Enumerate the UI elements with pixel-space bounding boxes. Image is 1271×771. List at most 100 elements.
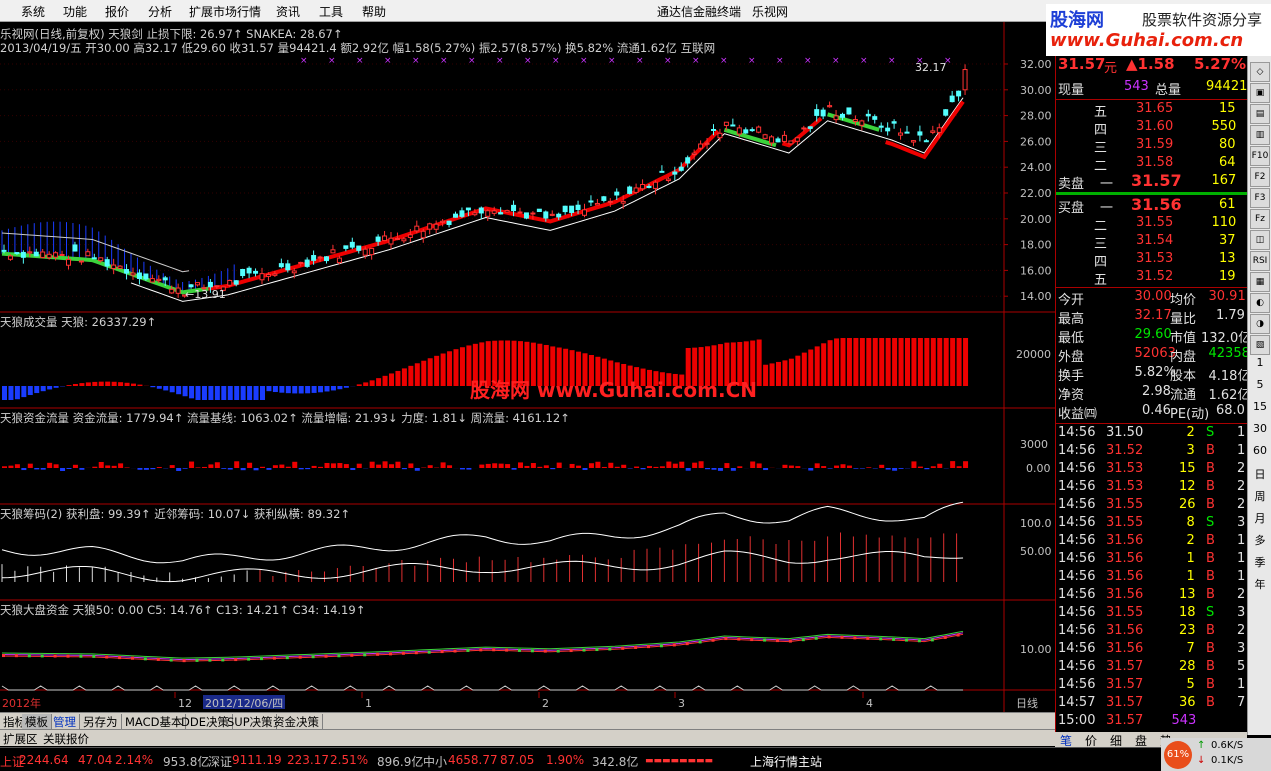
market-dot: [917, 639, 921, 643]
bid-row[interactable]: 二 31.55 110: [1056, 215, 1248, 234]
volume-bar: [440, 353, 446, 386]
period-button[interactable]: 月: [1248, 510, 1271, 526]
toolbar-button[interactable]: ▥: [1250, 125, 1270, 145]
candle-body: [962, 69, 968, 91]
candle-body: [433, 223, 439, 230]
flow-bar: [466, 468, 472, 470]
tick-side: B: [1206, 479, 1215, 494]
toolbar-button[interactable]: ▧: [1250, 335, 1270, 355]
period-button[interactable]: 1: [1248, 356, 1271, 369]
indicator-tab[interactable]: 另存为: [80, 714, 122, 729]
toolbar-button[interactable]: Fz: [1250, 209, 1270, 229]
period-button[interactable]: 周: [1248, 488, 1271, 504]
candle-body: [478, 207, 484, 214]
toolbar-button[interactable]: ▦: [1250, 272, 1270, 292]
y-tick-label: 30.00: [1020, 84, 1052, 97]
flow-bar: [201, 466, 207, 468]
market-dot: [414, 651, 418, 655]
menu-item-news[interactable]: 资讯: [276, 3, 300, 20]
period-button[interactable]: 季: [1248, 554, 1271, 570]
candle-body: [827, 105, 833, 108]
market-dot: [801, 638, 805, 642]
menu-item-quote[interactable]: 报价: [105, 3, 129, 20]
toolbar-button[interactable]: ◫: [1250, 230, 1270, 250]
flow-bar: [917, 466, 923, 468]
volume-bar: [305, 386, 311, 394]
tick-time: 14:56: [1058, 677, 1096, 692]
candle-body: [910, 140, 916, 143]
menu-item-analysis[interactable]: 分析: [148, 3, 172, 20]
price-change: ▲1.58: [1126, 55, 1175, 73]
bid-row[interactable]: 四 31.53 13: [1056, 251, 1248, 270]
toolbar-button[interactable]: ◇: [1250, 62, 1270, 82]
toolbar-button[interactable]: ▣: [1250, 83, 1270, 103]
tick-row: 14:56 31.56 23 B 2: [1056, 623, 1248, 641]
period-button[interactable]: 日: [1248, 466, 1271, 482]
tick-volume: 18: [1179, 605, 1196, 620]
chart-area[interactable]: 32.00 30.00 28.00 26.00 24.00 22.00 20.00 18.00…: [0, 22, 1055, 712]
period-button[interactable]: 年: [1248, 576, 1271, 592]
flow-bar: [782, 464, 788, 468]
server-site[interactable]: 上海行情主站: [750, 753, 822, 770]
zx-index-label: 中小: [423, 755, 448, 769]
ask-row[interactable]: 四 31.60 550: [1056, 119, 1248, 138]
market-dot: [672, 643, 676, 647]
toolbar-button[interactable]: F2: [1250, 167, 1270, 187]
bid-price: 31.55: [1136, 215, 1174, 230]
toolbar-button[interactable]: ◐: [1250, 293, 1270, 313]
tick-price: 31.56: [1106, 587, 1144, 602]
indicator-tab[interactable]: 资金决策: [270, 714, 323, 729]
bid-row[interactable]: 五 31.52 19: [1056, 269, 1248, 288]
candle-body: [311, 255, 317, 261]
market-dot: [92, 654, 96, 658]
tick-price: 31.56: [1106, 569, 1144, 584]
indicator-tab[interactable]: MACD基本: [122, 714, 187, 729]
menu-item-tools[interactable]: 工具: [319, 3, 343, 20]
toolbar-button[interactable]: ▤: [1250, 104, 1270, 124]
flow-bar: [60, 468, 66, 471]
ask-volume: 550: [1211, 119, 1237, 134]
extended-tab[interactable]: 关联报价: [40, 731, 92, 747]
period-button[interactable]: 30: [1248, 422, 1271, 435]
volume-bar: [72, 383, 78, 386]
volume-bar: [834, 338, 840, 386]
sz-index-pct: 2.51%: [330, 753, 369, 767]
tick-time: 14:56: [1058, 443, 1096, 458]
market-dot: [169, 658, 173, 662]
toolbar-button[interactable]: F3: [1250, 188, 1270, 208]
period-button[interactable]: 多: [1248, 532, 1271, 548]
candle-body: [775, 138, 781, 143]
menu-item-function[interactable]: 功能: [63, 3, 87, 20]
cpu-gauge: 61%: [1164, 741, 1192, 769]
menu-item-help[interactable]: 帮助: [362, 3, 386, 20]
indicator-tab[interactable]: 模板: [22, 714, 52, 729]
volume-bar: [879, 338, 885, 386]
period-button[interactable]: 60: [1248, 444, 1271, 457]
period-button[interactable]: 5: [1248, 378, 1271, 391]
volume-bar: [311, 386, 317, 393]
ask-row[interactable]: 三 31.59 80: [1056, 137, 1248, 156]
tick-volume: 3: [1186, 443, 1195, 458]
toolbar-button[interactable]: RSI: [1250, 251, 1270, 271]
tick-side: B: [1206, 641, 1215, 656]
volume-bar: [221, 386, 227, 400]
volume-bar: [163, 386, 169, 391]
ask-row[interactable]: 卖盘一 31.57 167: [1056, 171, 1248, 192]
period-button[interactable]: 15: [1248, 400, 1271, 413]
menu-item-extended-market[interactable]: 扩展市场行情: [189, 3, 261, 20]
indicator-tab[interactable]: 管理: [50, 714, 80, 729]
menu-item-system[interactable]: 系统: [21, 3, 45, 20]
candle-body: [646, 185, 652, 188]
bid-row[interactable]: 买盘一 31.56 61: [1056, 195, 1248, 216]
flow-bar: [195, 467, 201, 468]
tick-side: B: [1206, 443, 1215, 458]
toolbar-button[interactable]: ◑: [1250, 314, 1270, 334]
candle-body: [543, 211, 549, 219]
bid-row[interactable]: 三 31.54 37: [1056, 233, 1248, 252]
candle-body: [453, 213, 458, 218]
toolbar-button[interactable]: F10: [1250, 146, 1270, 166]
extended-tab[interactable]: 扩展区: [0, 731, 41, 747]
candle-body: [814, 109, 820, 116]
ask-row[interactable]: 五 31.65 15: [1056, 101, 1248, 120]
indicator-tab[interactable]: SUP决策: [224, 714, 277, 729]
